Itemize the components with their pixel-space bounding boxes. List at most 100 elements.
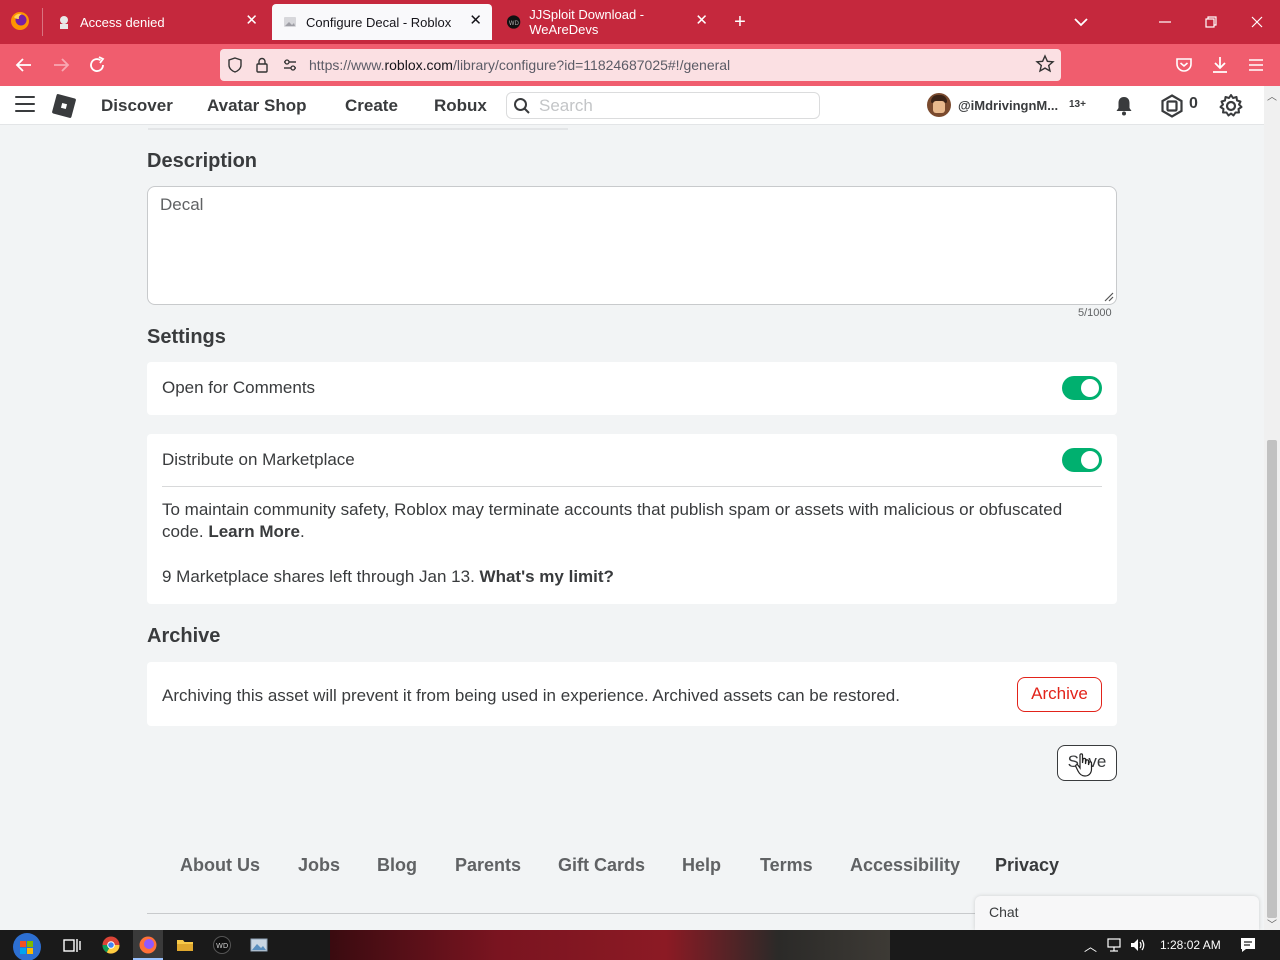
lock-icon[interactable] [253,56,271,74]
page-permissions-icon[interactable] [281,56,299,74]
description-heading: Description [147,150,258,172]
comments-toggle[interactable] [1062,376,1102,400]
comments-setting-row: Open for Comments [147,362,1117,415]
file-explorer-icon[interactable] [175,935,195,955]
svg-text:WD: WD [509,21,520,27]
taskbar-clock[interactable]: 1:28:02 AM [1160,938,1221,952]
chrome-icon[interactable] [101,935,121,955]
shares-text: 9 Marketplace shares left through Jan 13… [162,567,475,586]
scrollbar-thumb[interactable] [1267,440,1277,918]
settings-heading: Settings [147,326,226,348]
wearedevs-favicon-icon: WD [506,15,521,29]
archive-card: Archiving this asset will prevent it fro… [147,662,1117,726]
footer-about-us[interactable]: About Us [180,855,260,876]
windows-taskbar: WD ︿ 1:28:02 AM [0,930,1280,960]
shield-tracking-icon[interactable] [226,56,244,74]
bookmark-star-icon[interactable] [1035,54,1055,74]
browser-tab-bar: Access denied ✕ Configure Decal - Roblox… [0,0,1280,44]
svg-text:WD: WD [216,942,228,950]
search-box[interactable] [506,92,820,119]
scroll-down-icon[interactable]: ﹀ [1267,916,1277,931]
footer-terms[interactable]: Terms [760,855,813,876]
marketplace-toggle[interactable] [1062,448,1102,472]
new-tab-button[interactable]: + [728,10,752,34]
age-badge: 13+ [1069,99,1086,110]
tab-separator [42,8,43,36]
app-menu-icon[interactable] [1244,53,1268,77]
safety-notice: To maintain community safety, Roblox may… [162,499,1092,543]
search-icon [514,98,530,114]
url-host: roblox.com [384,57,453,73]
minimize-icon[interactable] [1153,10,1177,34]
start-button-icon[interactable] [10,930,44,960]
name-field-remnant [148,124,568,130]
tab-configure-decal[interactable]: Configure Decal - Roblox ✕ [272,4,492,40]
network-icon[interactable] [1105,936,1123,954]
hamburger-menu-icon[interactable] [15,96,35,114]
nav-avatar-shop[interactable]: Avatar Shop [207,96,307,116]
back-arrow-icon[interactable] [12,53,36,77]
roblox-logo-icon[interactable] [52,94,76,118]
close-tab-icon[interactable]: ✕ [245,13,258,29]
reload-icon[interactable] [85,53,109,77]
search-input[interactable] [539,95,809,116]
comments-label: Open for Comments [162,378,316,397]
tab-title: Access denied [80,14,165,30]
resize-grip-icon[interactable] [1102,290,1114,302]
close-tab-icon[interactable]: ✕ [469,13,482,29]
scroll-up-icon[interactable]: ︿ [1267,88,1277,103]
url-text[interactable]: https://www.roblox.com/library/configure… [309,57,730,73]
roblox-header: Discover Avatar Shop Create Robux @iMdri… [0,86,1264,125]
description-textarea[interactable]: Decal [147,186,1117,305]
learn-more-link[interactable]: Learn More [208,522,300,541]
url-bar[interactable]: https://www.roblox.com/library/configure… [220,49,1061,81]
shares-notice: 9 Marketplace shares left through Jan 13… [162,566,614,588]
footer-parents[interactable]: Parents [455,855,521,876]
firefox-icon[interactable] [138,935,158,955]
archive-description: Archiving this asset will prevent it fro… [162,686,900,705]
volume-icon[interactable] [1129,936,1147,954]
tab-access-denied[interactable]: Access denied ✕ [46,4,268,40]
divider [162,486,1102,487]
footer-jobs[interactable]: Jobs [298,855,340,876]
footer-privacy[interactable]: Privacy [995,855,1059,876]
list-all-tabs-chevron-icon[interactable] [1070,11,1092,33]
nav-robux[interactable]: Robux [434,96,487,116]
archive-heading: Archive [147,625,221,647]
footer-accessibility[interactable]: Accessibility [850,855,960,876]
tab-jjsploit[interactable]: WD JJSploit Download - WeAreDevs ✕ [496,4,718,40]
browser-toolbar: https://www.roblox.com/library/configure… [0,44,1280,86]
description-value[interactable]: Decal [160,195,203,215]
task-view-icon[interactable] [62,935,82,955]
image-viewer-icon[interactable] [249,935,269,955]
footer-gift-cards[interactable]: Gift Cards [558,855,645,876]
roblox-studio-favicon-icon [60,16,68,29]
settings-gear-icon[interactable] [1218,93,1244,119]
restore-icon[interactable] [1199,10,1223,34]
action-center-icon[interactable] [1238,935,1258,955]
chat-bar[interactable]: Chat [975,896,1259,930]
footer-blog[interactable]: Blog [377,855,417,876]
nav-discover[interactable]: Discover [101,96,173,116]
show-hidden-icons-chevron-icon[interactable]: ︿ [1084,936,1097,955]
forward-arrow-icon[interactable] [49,53,73,77]
nav-create[interactable]: Create [345,96,398,116]
notifications-bell-icon[interactable] [1112,94,1136,118]
username-link[interactable]: @iMdrivingnM... [958,98,1058,113]
footer-help[interactable]: Help [682,855,721,876]
robux-icon[interactable] [1160,94,1184,118]
chat-label: Chat [989,904,1019,920]
close-window-icon[interactable] [1245,10,1269,34]
pocket-icon[interactable] [1172,53,1196,77]
wearedevs-app-icon[interactable]: WD [212,935,232,955]
page-scrollbar[interactable]: ︿ ﹀ [1264,86,1280,931]
firefox-menu-icon[interactable] [10,11,30,31]
archive-button[interactable]: Archive [1017,677,1102,712]
tab-title: Configure Decal - Roblox [306,14,452,30]
whats-my-limit-link[interactable]: What's my limit? [480,567,614,586]
url-prefix: https://www. [309,57,385,73]
close-tab-icon[interactable]: ✕ [695,13,708,29]
downloads-icon[interactable] [1208,53,1232,77]
avatar[interactable] [927,93,951,117]
robux-count[interactable]: 0 [1189,95,1198,113]
